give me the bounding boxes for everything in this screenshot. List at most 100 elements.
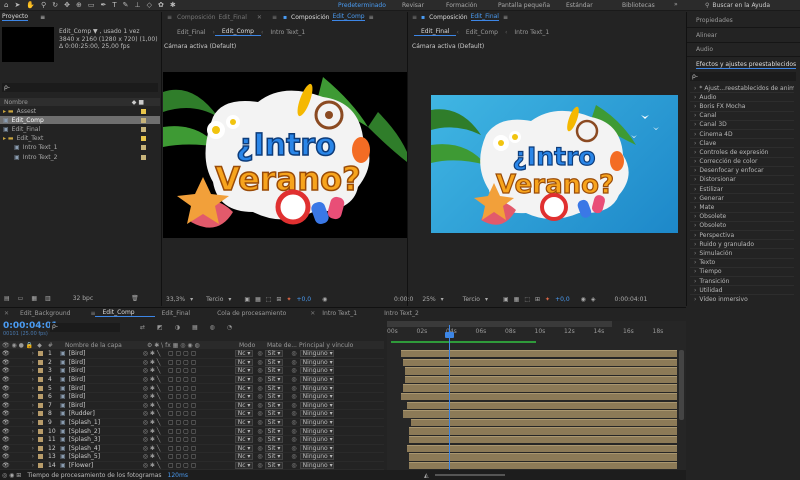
layer-row[interactable]: 👁 › 3 ▣ [Bird] ◎ ✱ ╲ ▢ ▢ ▢ ▢ Nc ▾ ◎ Sit ▾ ◎ Ningun… (0, 367, 384, 376)
parent-dropdown[interactable]: Ninguno ▾ (299, 401, 334, 409)
frame-blending-icon[interactable]: ▦ (192, 324, 198, 331)
visibility-icon[interactable]: 👁 (2, 385, 10, 392)
effects-category[interactable]: › Distorsionar (690, 176, 794, 186)
layer-name[interactable]: [Bird] (69, 350, 143, 357)
parent-pickwhip-icon[interactable]: ◎ (291, 428, 296, 435)
viewer-right-tab-edit-comp[interactable]: Edit_Comp (459, 29, 505, 36)
mode-dropdown[interactable]: Nc ▾ (234, 462, 254, 470)
brush-tool-icon[interactable]: ✎ (123, 1, 129, 9)
viewer-left-tab-intro-text-1[interactable]: Intro Text_1 (263, 29, 312, 36)
layer-switches[interactable]: ◎ ✱ ╲ ▢ ▢ ▢ ▢ (143, 367, 235, 374)
chevron-down-icon[interactable]: ▾ (190, 296, 193, 303)
mode-dropdown[interactable]: Nc ▾ (234, 384, 254, 392)
effects-category[interactable]: › Texto (690, 259, 794, 268)
draft-3d-icon[interactable]: ◩ (157, 324, 163, 331)
lock-icon[interactable]: ▪ (421, 14, 425, 21)
expand-arrow-icon[interactable]: › (32, 428, 34, 435)
project-item[interactable]: ▸ ▬ Edit_Text (0, 135, 160, 143)
effects-category[interactable]: › Ruido y granulado (690, 240, 794, 250)
parent-dropdown[interactable]: Ninguno ▾ (299, 427, 334, 435)
exposure-value[interactable]: +0,0 (555, 296, 570, 303)
transparency-grid-icon[interactable]: ▦ (514, 296, 520, 303)
snapshot-icon[interactable]: ◉ (322, 296, 327, 303)
expand-arrow-icon[interactable]: › (32, 367, 34, 374)
layer-duration-bar[interactable] (403, 410, 677, 418)
track-matte-icon[interactable]: ◎ (257, 453, 262, 460)
roto-tool-icon[interactable]: ✿ (158, 1, 164, 9)
expand-arrow-icon[interactable]: › (32, 376, 34, 383)
mode-dropdown[interactable]: Nc ▾ (234, 376, 254, 384)
mode-dropdown[interactable]: Nc ▾ (234, 410, 254, 418)
track-matte-icon[interactable]: ◎ (257, 445, 262, 452)
layer-duration-bar[interactable] (411, 418, 677, 427)
track-matte-dropdown[interactable]: Sit ▾ (264, 367, 284, 375)
viewer-left-tab-edit-comp[interactable]: Edit_Comp (214, 28, 261, 36)
shy-layers-icon[interactable]: ◑ (175, 324, 180, 331)
track-matte-icon[interactable]: ◎ (257, 462, 262, 469)
selection-tool-icon[interactable]: ➤ (14, 1, 20, 9)
project-search[interactable]: ρ- (2, 83, 158, 92)
visibility-icon[interactable]: 👁 (2, 445, 10, 452)
layer-row[interactable]: 👁 › 2 ▣ [Bird] ◎ ✱ ╲ ▢ ▢ ▢ ▢ Nc ▾ ◎ Sit ▾ ◎ Ningun… (0, 358, 384, 368)
viewer-left-resolution[interactable]: Tercio (206, 296, 223, 303)
track-matte-dropdown[interactable]: Sit ▾ (264, 410, 284, 418)
time-graph[interactable]: 00s02s04s06s08s10s12s14s16s18s (387, 321, 686, 471)
mode-dropdown[interactable]: Nc ▾ (234, 419, 254, 427)
visibility-icon[interactable]: 👁 (2, 436, 10, 443)
trash-icon[interactable]: 🗑 (131, 295, 139, 302)
parent-dropdown[interactable]: Ninguno ▾ (299, 393, 334, 401)
track-matte-dropdown[interactable]: Sit ▾ (264, 436, 284, 444)
mask-icon[interactable]: ⬚ (266, 296, 272, 303)
viewer-left-canvas[interactable]: ¿Intro Verano? (163, 72, 407, 238)
label-color-swatch[interactable] (38, 351, 44, 357)
motion-blur-icon[interactable]: ◍ (210, 324, 215, 331)
parent-dropdown[interactable]: Ninguno ▾ (299, 462, 334, 470)
label-color-swatch[interactable] (141, 126, 146, 132)
label-color-swatch[interactable] (141, 108, 146, 114)
viewer-right-zoom[interactable]: 25% (422, 296, 435, 303)
layer-name[interactable]: [Splash_5] (69, 453, 143, 460)
bpc-label[interactable]: 32 bpc (73, 295, 93, 302)
layer-duration-bar[interactable] (407, 401, 677, 409)
effects-category[interactable]: › Audio (690, 93, 794, 103)
label-color-swatch[interactable] (141, 154, 146, 160)
track-matte-icon[interactable]: ◎ (257, 367, 262, 374)
mode-dropdown[interactable]: Nc ▾ (234, 401, 254, 409)
parent-dropdown[interactable]: Ninguno ▾ (299, 376, 334, 384)
track-matte-icon[interactable]: ◎ (257, 436, 262, 443)
new-folder-icon[interactable]: ▭ (18, 295, 24, 302)
parent-pickwhip-icon[interactable]: ◎ (291, 445, 296, 452)
mode-dropdown[interactable]: Nc ▾ (234, 436, 254, 444)
layer-row[interactable]: 👁 › 12 ▣ [Splash_4] ◎ ✱ ╲ ▢ ▢ ▢ ▢ Nc ▾ ◎ Sit ▾ ◎ N… (0, 444, 384, 454)
lock-icon[interactable]: ▪ (283, 14, 287, 21)
parent-pickwhip-icon[interactable]: ◎ (291, 419, 296, 426)
mask-icon[interactable]: ⬚ (524, 296, 530, 303)
expand-arrow-icon[interactable]: › (32, 385, 34, 392)
section-alinear[interactable]: Alinear (696, 32, 717, 39)
parent-dropdown[interactable]: Ninguno ▾ (299, 419, 334, 427)
layer-name[interactable]: [Flower] (69, 462, 143, 469)
layer-duration-bar[interactable] (405, 375, 677, 384)
eraser-tool-icon[interactable]: ◇ (147, 1, 152, 9)
column-layer-name[interactable]: Nombre de la capa (65, 342, 147, 349)
expand-arrow-icon[interactable]: › (32, 453, 34, 460)
close-icon[interactable]: ✕ (4, 310, 9, 317)
mode-dropdown[interactable]: Nc ▾ (234, 358, 254, 366)
track-matte-icon[interactable]: ◎ (257, 350, 262, 357)
parent-pickwhip-icon[interactable]: ◎ (291, 393, 296, 400)
label-color-swatch[interactable] (141, 136, 146, 142)
track-matte-icon[interactable]: ◎ (257, 428, 262, 435)
expand-arrow-icon[interactable]: › (32, 393, 34, 400)
effects-category[interactable]: › Corrección de color (690, 158, 794, 167)
track-matte-icon[interactable]: ◎ (257, 393, 262, 400)
layer-row[interactable]: 👁 › 1 ▣ [Bird] ◎ ✱ ╲ ▢ ▢ ▢ ▢ Nc ▾ ◎ Sit ▾ ◎ Ningun… (0, 350, 384, 359)
track-matte-dropdown[interactable]: Sit ▾ (264, 453, 284, 461)
label-color-swatch[interactable] (38, 385, 44, 391)
layer-switches[interactable]: ◎ ✱ ╲ ▢ ▢ ▢ ▢ (143, 402, 235, 409)
label-color-swatch[interactable] (38, 445, 44, 451)
workspace-revisar[interactable]: Revisar (402, 2, 446, 9)
column-parent[interactable]: Principal y vínculo (299, 342, 353, 349)
label-color-swatch[interactable] (38, 420, 44, 426)
visibility-icon[interactable]: 👁 (2, 419, 10, 426)
playhead-handle[interactable] (445, 332, 454, 338)
